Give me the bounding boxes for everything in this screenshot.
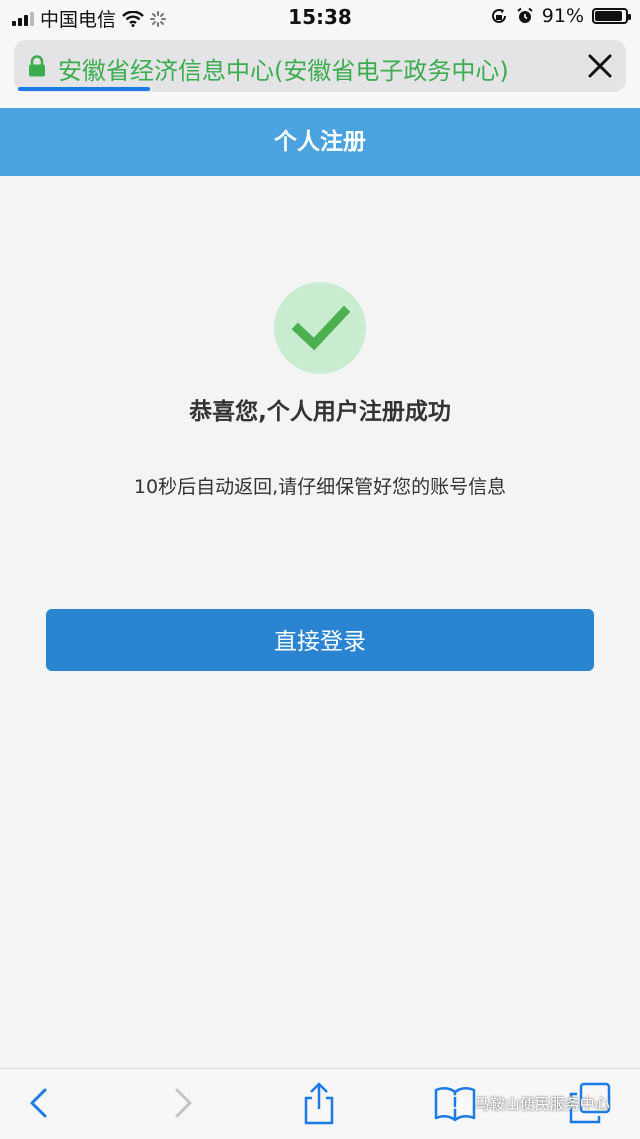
status-bar: 中国电信 15:38 91% (0, 0, 640, 34)
success-check-icon (274, 282, 366, 374)
back-icon[interactable] (18, 1081, 62, 1125)
browser-address-area: 安徽省经济信息中心(安徽省电子政务中心) (0, 34, 640, 108)
battery-icon (592, 8, 631, 24)
page-url[interactable]: 安徽省经济信息中心(安徽省电子政务中心) (58, 51, 568, 86)
close-icon[interactable] (584, 50, 616, 82)
status-right: 91% (490, 5, 631, 27)
watermark-text: 马鞍山便民服务中心 (474, 1095, 610, 1113)
success-hint: 10秒后自动返回,请仔细保管好您的账号信息 (133, 476, 507, 498)
lock-icon (29, 55, 45, 77)
alarm-icon (517, 7, 533, 23)
forward-icon[interactable] (160, 1081, 204, 1125)
rotation-lock-icon (491, 9, 506, 23)
watermark: 马鞍山便民服务中心 (448, 1093, 610, 1114)
page-title: 个人注册 (0, 108, 640, 176)
battery-percent: 91% (541, 5, 584, 27)
login-button[interactable]: 直接登录 (46, 609, 594, 671)
load-progress-fill (18, 87, 150, 91)
share-icon[interactable] (297, 1081, 341, 1125)
load-progress-bar (18, 87, 618, 91)
address-bar[interactable]: 安徽省经济信息中心(安徽省电子政务中心) (14, 40, 626, 92)
wechat-icon (448, 1095, 470, 1111)
success-title: 恭喜您,个人用户注册成功 (189, 399, 451, 425)
